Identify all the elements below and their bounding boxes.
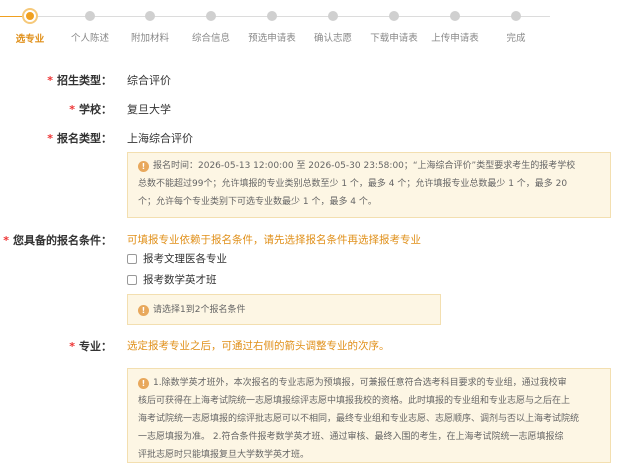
step-label: 个人陈述 [70,33,109,44]
step-dot [145,11,155,21]
required-mark: * [47,74,53,87]
admission-type-value: 综合评价 [127,74,171,87]
step-dot [24,10,36,22]
info-icon: ! [138,161,149,172]
step-label: 附加材料 [130,33,169,44]
required-mark: * [3,234,9,247]
step-dot [389,11,399,21]
major-hint: 选定报考专业之后，可通过右侧的箭头调整专业的次序。 [127,340,390,352]
step-label: 选专业 [15,34,45,45]
step-label: 预选申请表 [248,33,296,44]
conditions-notice: ! 请选择1到2个报名条件 [127,294,441,325]
step-dot [328,11,338,21]
step-complete[interactable]: 完成 [486,0,546,44]
step-select-major[interactable]: 选专业 [0,0,60,45]
step-confirm-choices[interactable]: 确认志愿 [303,0,363,44]
major-notice: ! 1.除数学英才班外，本次报名的专业志愿为预填报，可兼报任意符合选考科目要求的专… [127,368,611,463]
step-label: 完成 [506,33,526,44]
step-dot [206,11,216,21]
time-notice: ! 报名时间：2026-05-13 12:00:00 至 2026-05-30 2… [127,152,611,218]
step-extra-materials[interactable]: 附加材料 [120,0,180,44]
school-label: * 学校： [69,103,112,116]
progress-stepper: 选专业 个人陈述 附加材料 综合信息 预选申请表 确认志愿 下载申请表 上传申请… [0,0,625,50]
info-icon: ! [138,305,149,316]
checkbox[interactable] [127,274,137,285]
condition-option-math[interactable]: 报考数学英才班 [127,272,217,287]
apply-type-value: 上海综合评价 [127,132,193,145]
step-download-form[interactable]: 下载申请表 [364,0,424,44]
required-mark: * [69,103,75,116]
apply-type-label: * 报名类型： [47,132,112,145]
step-dot [85,11,95,21]
step-label: 上传申请表 [431,33,479,44]
step-dot [511,11,521,21]
major-label: * 专业： [69,340,112,353]
required-mark: * [69,340,75,353]
school-value: 复旦大学 [127,103,171,116]
checkbox[interactable] [127,253,137,264]
conditions-label: * 您具备的报名条件： [3,234,112,247]
admission-type-label: * 招生类型： [47,74,112,87]
conditions-hint: 可填报专业依赖于报名条件，请先选择报名条件再选择报考专业 [127,234,421,246]
info-icon: ! [138,378,149,389]
step-label: 确认志愿 [313,33,352,44]
step-dot [267,11,277,21]
condition-option-general[interactable]: 报考文理医各专业 [127,251,227,266]
step-label: 下载申请表 [370,33,418,44]
required-mark: * [47,132,53,145]
step-personal-statement[interactable]: 个人陈述 [60,0,120,44]
step-upload-form[interactable]: 上传申请表 [425,0,485,44]
step-dot [450,11,460,21]
step-preselect-form[interactable]: 预选申请表 [242,0,302,44]
step-general-info[interactable]: 综合信息 [181,0,241,44]
step-label: 综合信息 [191,33,230,44]
